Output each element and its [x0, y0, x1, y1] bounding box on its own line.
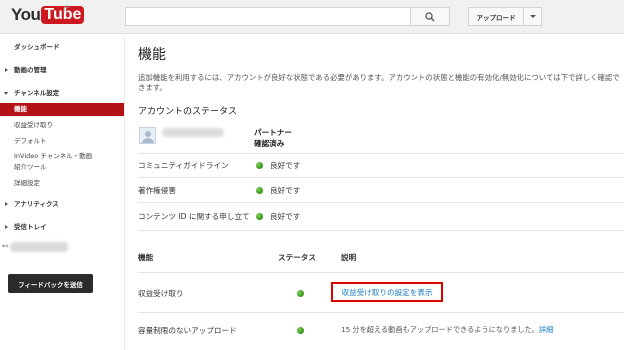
- logo-you-text: You: [11, 5, 41, 24]
- column-header-feature: 機能: [138, 253, 154, 262]
- status-ok-icon: [297, 290, 304, 297]
- status-value-copyright: 良好です: [270, 186, 301, 195]
- search-icon: [425, 11, 435, 22]
- partner-status-line2: 確認済み: [254, 139, 285, 148]
- sidebar-item-features[interactable]: 機能: [0, 103, 124, 116]
- sidebar-item-label: 機能: [14, 105, 27, 113]
- sidebar-item-advanced[interactable]: 詳細設定: [0, 177, 124, 190]
- view-monetization-settings-link[interactable]: 収益受け取りの設定を表示: [341, 287, 432, 298]
- column-header-status: ステータス: [278, 253, 316, 262]
- status-value-community: 良好です: [270, 161, 301, 170]
- sidebar-item-label: InVideo チャンネル・動画: [14, 152, 93, 160]
- feature-description-text: 15 分を超える動画もアップロードできるようになりました。: [341, 325, 539, 334]
- status-label-copyright: 著作権侵害: [138, 186, 176, 195]
- chevron-down-icon: [4, 92, 8, 95]
- row-divider: [138, 230, 624, 231]
- avatar-body-shape: [142, 138, 154, 143]
- status-ok-icon: [256, 187, 263, 194]
- upload-button[interactable]: アップロード: [468, 7, 524, 26]
- row-divider: [138, 202, 624, 203]
- sidebar-item-label: 詳細設定: [14, 179, 40, 187]
- sidebar-item-video-manager[interactable]: 動画の管理: [0, 64, 124, 77]
- feature-label-monetization: 収益受け取り: [138, 289, 184, 298]
- masthead: You Tube JP アップロード: [0, 0, 624, 34]
- logo-region-label: JP: [64, 5, 70, 12]
- account-status-title: アカウントのステータス: [138, 107, 238, 117]
- send-feedback-button[interactable]: フィードバックを送信: [8, 274, 93, 293]
- partner-status: パートナー 確認済み: [254, 127, 292, 149]
- sidebar-item-inbox[interactable]: 受信トレイ: [0, 221, 124, 234]
- return-arrow-icon: ↤: [2, 242, 8, 250]
- column-header-description: 説明: [341, 253, 357, 262]
- sidebar-item-label: 収益受け取り: [14, 121, 53, 129]
- search-button[interactable]: [410, 7, 450, 26]
- channel-name-redacted: [162, 128, 224, 137]
- partner-status-line1: パートナー: [254, 128, 292, 137]
- avatar: [139, 127, 156, 144]
- sidebar-item-analytics[interactable]: アナリティクス: [0, 198, 124, 211]
- sidebar-item-label: アナリティクス: [14, 200, 59, 208]
- status-ok-icon: [297, 327, 304, 334]
- sidebar-item-label: 紹介ツール: [14, 163, 47, 171]
- intro-text: 追加機能を利用するには、アカウントが良好な状態である必要があります。アカウントの…: [138, 73, 620, 92]
- details-link[interactable]: 詳細: [539, 325, 553, 334]
- youtube-logo[interactable]: You Tube: [11, 5, 85, 25]
- sidebar-item-label: 動画の管理: [14, 66, 47, 74]
- chevron-right-icon: [5, 68, 8, 72]
- avatar-head-shape: [145, 131, 151, 137]
- sidebar: ダッシュボード 動画の管理 チャンネル設定 機能 収益受け取り デフォルト In…: [0, 35, 124, 350]
- page-title: 機能: [138, 47, 166, 63]
- sidebar-item-label: チャンネル設定: [14, 89, 60, 97]
- sidebar-item-label: 受信トレイ: [14, 223, 47, 231]
- feature-description: 15 分を超える動画もアップロードできるようになりました。詳細: [341, 325, 553, 335]
- highlight-box: 収益受け取りの設定を表示: [331, 282, 443, 302]
- row-divider: [138, 177, 624, 178]
- sidebar-item-dashboard[interactable]: ダッシュボード: [0, 41, 124, 54]
- feature-label-unlimited-upload: 容量制限のないアップロード: [138, 326, 237, 335]
- sidebar-item-invideo-line2[interactable]: 紹介ツール: [0, 161, 124, 174]
- channel-name-redacted[interactable]: [10, 242, 68, 252]
- status-label-contentid: コンテンツ ID に関する申し立て: [138, 212, 250, 221]
- chevron-down-icon: [529, 15, 536, 18]
- sidebar-item-label: ダッシュボード: [14, 43, 60, 51]
- status-ok-icon: [256, 162, 263, 169]
- row-divider: [138, 153, 624, 154]
- sidebar-item-monetization[interactable]: 収益受け取り: [0, 119, 124, 132]
- upload-menu-button[interactable]: [523, 7, 542, 26]
- logo-tube-text: Tube: [41, 6, 85, 24]
- chevron-right-icon: [5, 202, 8, 206]
- sidebar-item-defaults[interactable]: デフォルト: [0, 135, 124, 148]
- sidebar-item-label: デフォルト: [14, 137, 47, 145]
- row-divider: [138, 312, 624, 313]
- status-ok-icon: [256, 213, 263, 220]
- sidebar-divider: [124, 35, 125, 350]
- status-label-community: コミュニティガイドライン: [138, 161, 229, 170]
- sidebar-item-channel-settings[interactable]: チャンネル設定: [0, 87, 124, 100]
- chevron-right-icon: [5, 225, 8, 229]
- row-divider: [138, 272, 624, 273]
- status-value-contentid: 良好です: [270, 212, 301, 221]
- search-input[interactable]: [125, 7, 411, 26]
